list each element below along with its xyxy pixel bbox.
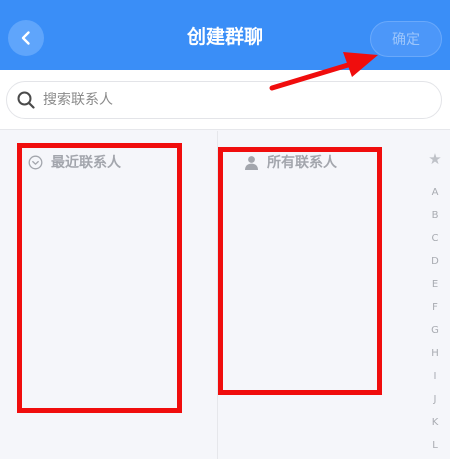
index-letter-e[interactable]: E — [432, 273, 438, 296]
search-box[interactable] — [6, 81, 442, 119]
annotation-box-all — [218, 147, 382, 395]
app-header: 创建群聊 确定 — [0, 0, 450, 70]
index-letter-a[interactable]: A — [432, 181, 439, 204]
index-letter-l[interactable]: L — [432, 434, 438, 457]
index-letter-j[interactable]: J — [434, 388, 437, 411]
alphabet-index: ★ A B C D E F G H I J K L — [420, 150, 450, 457]
annotation-box-recent — [17, 143, 182, 413]
search-icon — [17, 91, 35, 109]
index-letter-g[interactable]: G — [431, 319, 439, 342]
index-letter-d[interactable]: D — [431, 250, 439, 273]
index-letter-k[interactable]: K — [432, 411, 439, 434]
index-letter-i[interactable]: I — [434, 365, 437, 388]
index-letter-f[interactable]: F — [432, 296, 438, 319]
search-bar — [0, 70, 450, 130]
search-input[interactable] — [43, 92, 403, 108]
star-icon[interactable]: ★ — [428, 150, 441, 168]
confirm-button[interactable]: 确定 — [370, 21, 442, 57]
index-letter-h[interactable]: H — [431, 342, 439, 365]
index-letter-c[interactable]: C — [432, 227, 439, 250]
index-letter-b[interactable]: B — [432, 204, 439, 227]
